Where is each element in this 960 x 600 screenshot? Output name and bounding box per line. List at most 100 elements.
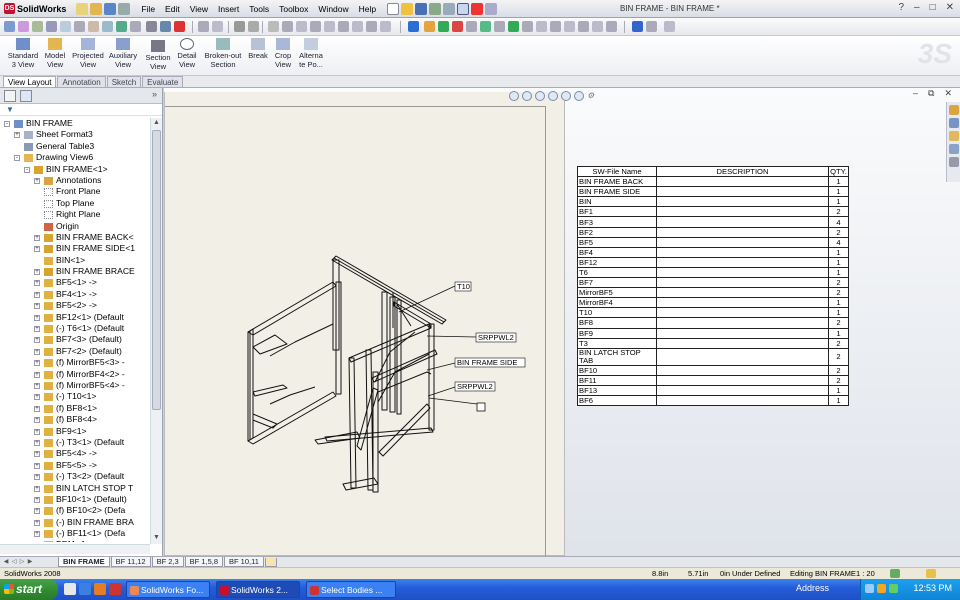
menu-insert[interactable]: Insert bbox=[213, 4, 244, 14]
bom-cell-file-name[interactable]: BF7 bbox=[577, 277, 657, 289]
tree-item[interactable]: - Drawing View6 bbox=[0, 152, 150, 163]
tree-item[interactable]: Origin bbox=[0, 221, 150, 232]
toolbar-icon[interactable] bbox=[632, 21, 643, 32]
isometric-frame-view[interactable]: T10 SRPPWL2 BIN FRAME SIDE SRPPWL2 bbox=[165, 92, 565, 552]
toolbar-icon[interactable] bbox=[380, 21, 391, 32]
crop-view-button[interactable]: Crop View bbox=[271, 38, 295, 69]
toolbar-icon[interactable] bbox=[268, 21, 279, 32]
tree-item[interactable]: + BF12<1> (Default bbox=[0, 312, 150, 323]
start-button[interactable]: start bbox=[0, 579, 58, 600]
bom-cell-description[interactable] bbox=[656, 297, 829, 309]
bom-header-file-name[interactable]: SW-File Name bbox=[577, 165, 657, 178]
bom-cell-qty[interactable]: 1 bbox=[828, 256, 849, 268]
tree-item[interactable]: + (f) MirrorBF5<4> - bbox=[0, 380, 150, 391]
auxiliary-view-button[interactable]: Auxiliary View bbox=[107, 38, 139, 69]
toolbar-icon[interactable] bbox=[564, 21, 575, 32]
tree-item[interactable]: + BF5<4> -> bbox=[0, 448, 150, 459]
new-icon[interactable] bbox=[76, 2, 89, 15]
bom-row[interactable]: BIN LATCH STOP TAB 2 bbox=[577, 347, 849, 366]
toolbar-icon[interactable] bbox=[592, 21, 603, 32]
bom-cell-file-name[interactable]: BF8 bbox=[577, 317, 657, 329]
toolbar-icon[interactable] bbox=[160, 21, 171, 32]
bom-row[interactable]: T6 1 bbox=[577, 266, 849, 279]
bom-row[interactable]: BF7 2 bbox=[577, 277, 849, 289]
tree-item[interactable]: + BF10<1> (Default) bbox=[0, 494, 150, 505]
expand-icon[interactable]: + bbox=[34, 485, 40, 492]
print-icon[interactable] bbox=[118, 2, 131, 15]
toolbar-icon[interactable] bbox=[234, 21, 245, 32]
undo-icon[interactable] bbox=[443, 2, 456, 15]
toolbar-icon[interactable] bbox=[248, 21, 259, 32]
bom-row[interactable]: BF5 4 bbox=[577, 236, 849, 248]
toolbar-icon[interactable] bbox=[102, 21, 113, 32]
next-sheet-icon[interactable]: ▷ bbox=[18, 558, 26, 566]
add-sheet-icon[interactable] bbox=[264, 557, 277, 567]
toolbar-icon[interactable] bbox=[480, 21, 491, 32]
bom-cell-file-name[interactable]: BF10 bbox=[577, 364, 657, 376]
sheet-tab-bf-10-11[interactable]: BF 10,11 bbox=[224, 557, 264, 567]
bom-row[interactable]: BF8 2 bbox=[577, 317, 849, 329]
menu-tools[interactable]: Tools bbox=[244, 4, 274, 14]
design-library-icon[interactable] bbox=[949, 118, 959, 128]
task-solidworks-forum[interactable]: SolidWorks Fo... bbox=[126, 581, 210, 598]
bom-cell-qty[interactable]: 2 bbox=[828, 226, 849, 238]
expand-icon[interactable]: + bbox=[34, 280, 40, 287]
bom-cell-description[interactable] bbox=[656, 287, 829, 299]
bom-cell-file-name[interactable]: MirrorBF5 bbox=[577, 287, 657, 299]
save-disk-icon[interactable] bbox=[415, 2, 428, 15]
doc-minimize-icon[interactable]: – bbox=[913, 88, 918, 99]
bom-cell-description[interactable] bbox=[656, 206, 829, 218]
tree-item[interactable]: BIN<1> bbox=[0, 255, 150, 266]
tree-item[interactable]: + Annotations bbox=[0, 175, 150, 186]
bom-cell-qty[interactable]: 2 bbox=[828, 317, 849, 329]
collapse-icon[interactable]: - bbox=[4, 121, 10, 127]
zoom-area-icon[interactable] bbox=[522, 91, 532, 101]
scroll-thumb[interactable] bbox=[152, 130, 161, 410]
bom-cell-qty[interactable]: 1 bbox=[828, 196, 849, 208]
new-document-icon[interactable] bbox=[387, 2, 400, 15]
bom-row[interactable]: BF4 1 bbox=[577, 246, 849, 258]
toolbar-icon[interactable] bbox=[4, 21, 15, 32]
app-logo[interactable]: DS SolidWorks bbox=[0, 0, 70, 18]
bom-row[interactable]: BF10 2 bbox=[577, 364, 849, 376]
bom-cell-description[interactable] bbox=[656, 216, 829, 228]
expand-icon[interactable]: + bbox=[34, 337, 40, 344]
open-folder-icon[interactable] bbox=[401, 2, 414, 15]
prev-sheet-icon[interactable]: ◁ bbox=[10, 558, 18, 566]
toolbar-icon[interactable] bbox=[606, 21, 617, 32]
bom-cell-qty[interactable]: 1 bbox=[828, 297, 849, 309]
bom-cell-description[interactable] bbox=[656, 327, 829, 339]
resources-icon[interactable] bbox=[949, 105, 959, 115]
bom-cell-file-name[interactable]: T6 bbox=[577, 266, 657, 279]
toolbar-icon[interactable] bbox=[536, 21, 547, 32]
bom-cell-file-name[interactable]: BF6 bbox=[577, 394, 657, 407]
menu-window[interactable]: Window bbox=[313, 4, 353, 14]
show-desktop-icon[interactable] bbox=[64, 583, 76, 595]
tree-item[interactable]: + (-) T6<1> (Default bbox=[0, 323, 150, 334]
tooltip-status-icon[interactable] bbox=[926, 569, 936, 578]
toolbar-icon[interactable] bbox=[88, 21, 99, 32]
view-settings-icon[interactable]: ⚙ bbox=[587, 91, 594, 101]
scroll-up-icon[interactable]: ▲ bbox=[152, 119, 161, 128]
menu-file[interactable]: File bbox=[136, 4, 160, 14]
tree-item[interactable]: + (-) BF11<1> (Defa bbox=[0, 528, 150, 539]
callout-srppwl2[interactable]: SRPPWL2 bbox=[478, 333, 514, 342]
bom-row[interactable]: BIN FRAME BACK 1 bbox=[577, 176, 849, 188]
bom-row[interactable]: MirrorBF4 1 bbox=[577, 297, 849, 309]
expand-icon[interactable]: + bbox=[34, 508, 40, 515]
bom-cell-qty[interactable]: 1 bbox=[828, 176, 849, 188]
bom-row[interactable]: BF3 4 bbox=[577, 216, 849, 228]
sheet-tab-bf-11-12[interactable]: BF 11,12 bbox=[110, 557, 151, 567]
bom-cell-file-name[interactable]: BIN LATCH STOP TAB bbox=[577, 347, 657, 366]
expand-icon[interactable]: + bbox=[34, 405, 40, 412]
bom-cell-qty[interactable]: 2 bbox=[828, 277, 849, 289]
tray-icon[interactable] bbox=[889, 584, 898, 593]
expand-icon[interactable]: + bbox=[34, 428, 40, 435]
help-icon[interactable]: ? bbox=[898, 2, 904, 13]
bom-cell-file-name[interactable]: BF2 bbox=[577, 226, 657, 238]
detail-view-button[interactable]: Detail View bbox=[175, 38, 199, 69]
bom-cell-description[interactable] bbox=[656, 196, 829, 208]
bom-cell-qty[interactable]: 1 bbox=[828, 266, 849, 279]
bom-cell-qty[interactable]: 4 bbox=[828, 236, 849, 248]
toolbar-icon[interactable] bbox=[116, 21, 127, 32]
